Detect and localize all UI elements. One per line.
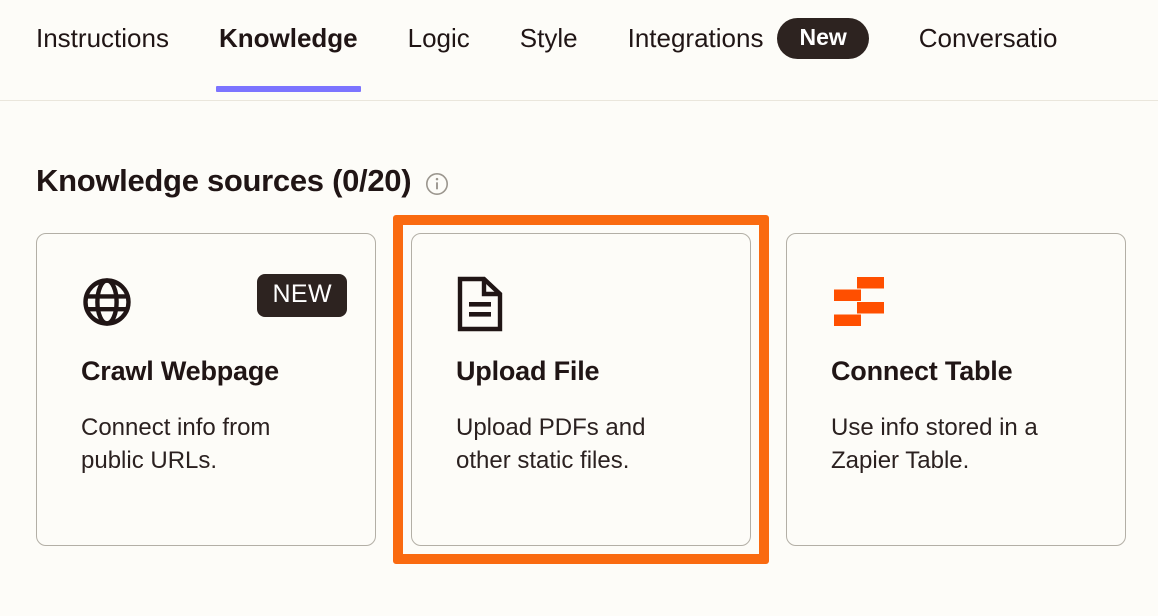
tab-list: Instructions Knowledge Logic Style Integ… (36, 0, 1083, 100)
tab-bar: Instructions Knowledge Logic Style Integ… (0, 0, 1158, 101)
section-header: Knowledge sources (0/20) (36, 101, 1158, 199)
tab-label: Conversatio (918, 23, 1058, 53)
knowledge-source-card-grid: NEW Crawl Webpage Connect info from publ… (36, 215, 1158, 564)
tab-style[interactable]: Style (495, 0, 603, 100)
tab-label: Logic (407, 23, 470, 53)
page-title: Knowledge sources (0/20) (36, 163, 412, 198)
card-title: Connect Table (831, 356, 1013, 386)
tab-conversations[interactable]: Conversatio (894, 0, 1083, 100)
card-description: Upload PDFs and other static files. (456, 414, 646, 475)
zapier-table-icon (831, 276, 887, 331)
info-circle-icon[interactable] (425, 172, 449, 196)
card-title: Upload File (456, 356, 600, 386)
card-icon-row: NEW (81, 274, 347, 328)
card-upload-file[interactable]: Upload File Upload PDFs and other static… (411, 233, 751, 546)
tab-label: Instructions (36, 23, 169, 53)
main-content: Knowledge sources (0/20) NEW Crawl Webpa… (0, 101, 1158, 564)
tab-label: Integrations (627, 23, 764, 53)
card-icon-row (456, 276, 722, 332)
card-connect-table[interactable]: Connect Table Use info stored in a Zapie… (786, 233, 1126, 546)
document-icon (456, 276, 504, 337)
tab-label: Knowledge (218, 23, 358, 53)
card-title: Crawl Webpage (81, 356, 279, 386)
card-description: Connect info from public URLs. (81, 414, 271, 475)
tab-integrations[interactable]: Integrations New (603, 0, 894, 100)
card-icon-row (831, 276, 1097, 328)
globe-icon (81, 276, 133, 333)
card-crawl-webpage[interactable]: NEW Crawl Webpage Connect info from publ… (36, 233, 376, 546)
tab-knowledge[interactable]: Knowledge (194, 0, 383, 100)
tab-logic[interactable]: Logic (383, 0, 495, 100)
card-description: Use info stored in a Zapier Table. (831, 414, 1038, 475)
new-badge: New (777, 17, 869, 59)
card-new-badge: NEW (257, 274, 347, 317)
tab-label: Style (519, 23, 578, 53)
tab-instructions[interactable]: Instructions (36, 0, 194, 100)
